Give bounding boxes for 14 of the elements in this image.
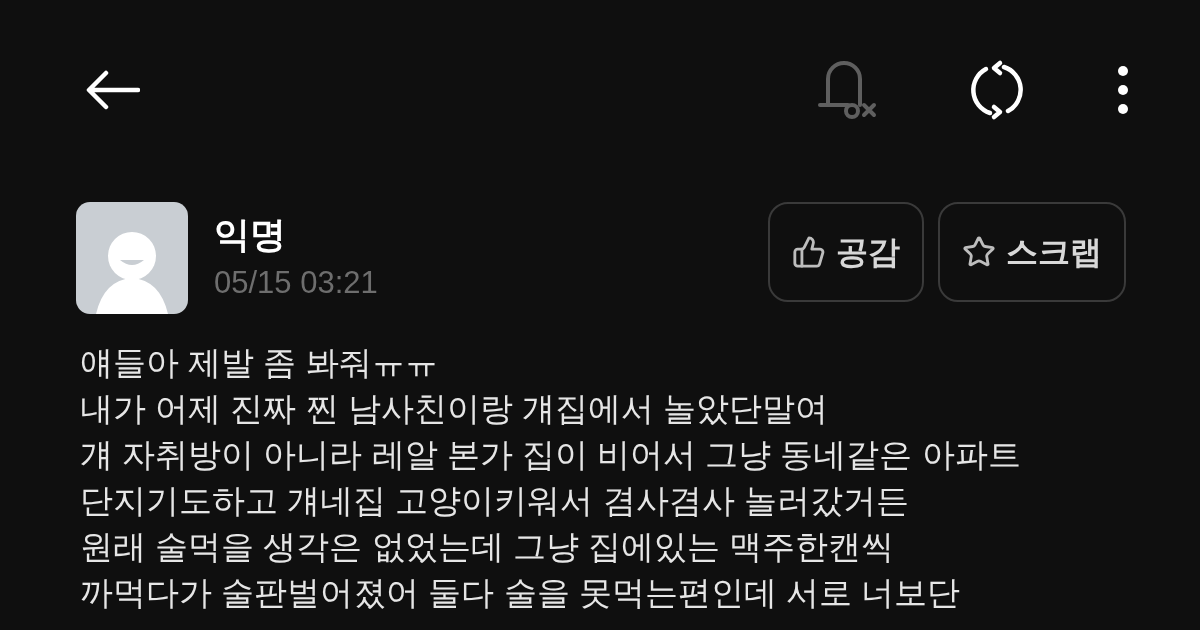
post-text-line: 원래 술먹을 생각은 없었는데 그냥 집에있는 맥주한캔씩 — [80, 527, 895, 567]
post-text-line: 얘들아 제발 좀 봐줘ㅠㅠ — [80, 343, 439, 383]
post-time: 05/15 03:21 — [214, 264, 378, 302]
thumbs-up-icon — [792, 235, 826, 269]
author-name: 익명 — [214, 213, 287, 257]
more-menu-icon[interactable] — [1118, 65, 1128, 115]
post-text-line: 걔 자취방이 아니라 레알 본가 집이 비어서 그냥 동네같은 아파트 — [80, 435, 1022, 475]
post-text-line: 단지기도하고 걔네집 고양이키워서 겸사겸사 놀러갔거든 — [80, 481, 910, 521]
scrap-button[interactable]: 스크랩 — [938, 202, 1126, 302]
star-icon — [962, 235, 996, 269]
post-text-line: 까먹다가 술판벌어졌어 둘다 술을 못먹는편인데 서로 너보단 — [80, 573, 961, 613]
back-arrow-icon[interactable] — [86, 70, 140, 110]
like-button[interactable]: 공감 — [768, 202, 924, 302]
post-text-line: 내가 어제 진짜 찐 남사친이랑 걔집에서 놀았단말여 — [80, 389, 829, 429]
